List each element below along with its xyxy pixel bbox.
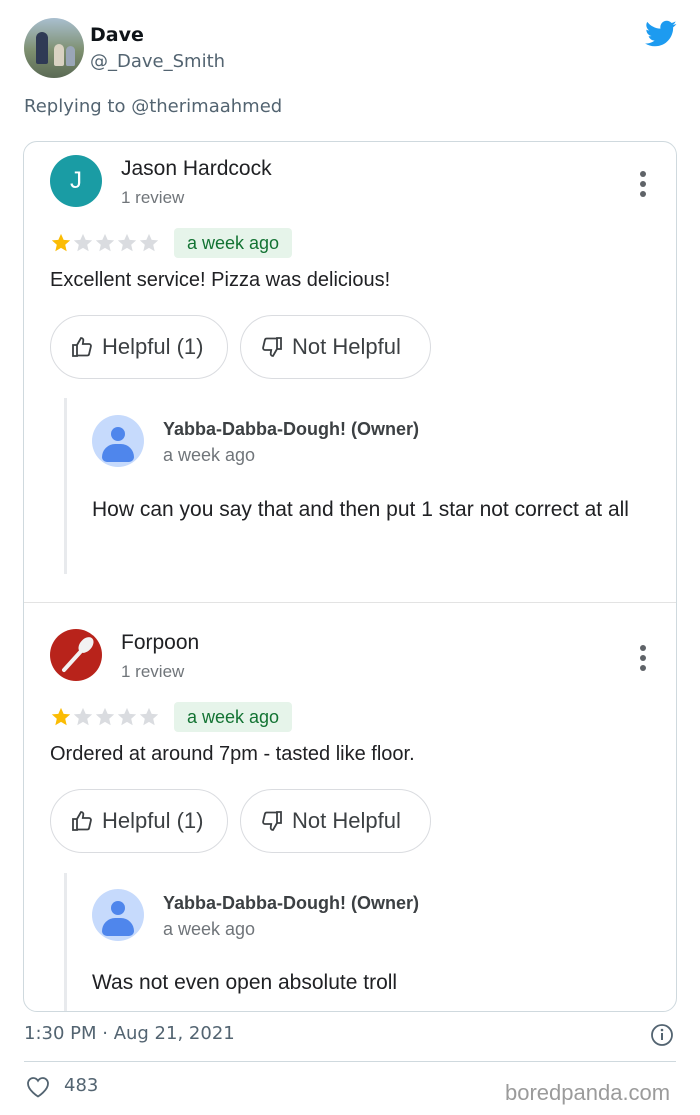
thumbs-down-icon [262,811,282,831]
not-helpful-button[interactable]: Not Helpful [240,789,431,853]
owner-name[interactable]: Yabba-Dabba-Dough! (Owner) [163,893,419,914]
star-empty-icon [73,707,93,726]
replying-to-mention[interactable]: @therimaahmed [131,96,282,117]
star-empty-icon [73,233,93,252]
like-count[interactable]: 483 [64,1075,98,1096]
owner-reply-text: Was not even open absolute troll [92,971,398,994]
review-time-badge: a week ago [174,702,293,732]
review-item: Forpoon 1 review a week ago Ordered at a… [24,602,676,1011]
not-helpful-label: Not Helpful [292,334,401,359]
watermark: boredpanda.com [505,1080,671,1105]
thumbs-up-icon [72,337,92,357]
star-empty-icon [117,707,137,726]
owner-reply-time: a week ago [163,919,256,939]
heart-icon[interactable] [26,1076,50,1098]
review-time-badge: a week ago [174,228,293,258]
replying-prefix: Replying to [24,96,126,117]
twitter-bird-icon[interactable] [645,20,677,48]
user-avatar[interactable] [24,18,84,78]
not-helpful-button[interactable]: Not Helpful [240,315,431,379]
owner-avatar [92,415,144,467]
footer-divider [24,1061,676,1062]
owner-reply-divider [64,873,67,1011]
info-icon[interactable] [650,1023,674,1047]
tweet-timestamp[interactable]: 1:30 PM · Aug 21, 2021 [24,1023,235,1044]
star-rating [50,706,162,728]
reviewer-avatar[interactable] [50,629,102,681]
star-empty-icon [139,707,159,726]
star-empty-icon [117,233,137,252]
review-text: Excellent service! Pizza was delicious! [50,269,391,291]
review-count: 1 review [121,188,185,207]
helpful-label: Helpful (1) [102,808,204,833]
review-text: Ordered at around 7pm - tasted like floo… [50,743,415,765]
star-empty-icon [95,233,115,252]
owner-reply-text: How can you say that and then put 1 star… [92,498,629,521]
reviewer-avatar[interactable]: J [50,155,102,207]
reviewer-name[interactable]: Jason Hardcock [121,157,272,181]
replying-to-line: Replying to @therimaahmed [24,96,282,117]
display-name[interactable]: Dave [90,24,144,46]
owner-reply-divider [64,398,67,574]
not-helpful-label: Not Helpful [292,808,401,833]
fork-icon [62,637,94,672]
review-item: J Jason Hardcock 1 review a week ago Exc… [24,142,676,602]
helpful-label: Helpful (1) [102,334,204,359]
more-options-icon[interactable] [633,169,653,199]
user-handle[interactable]: @_Dave_Smith [90,51,225,72]
helpful-button[interactable]: Helpful (1) [50,789,228,853]
helpful-button[interactable]: Helpful (1) [50,315,228,379]
owner-reply-time: a week ago [163,445,256,465]
star-rating [50,232,162,254]
thumbs-up-icon [72,811,92,831]
star-empty-icon [139,233,159,252]
review-count: 1 review [121,662,185,681]
more-options-icon[interactable] [633,643,653,673]
star-filled-icon [51,233,71,252]
owner-name[interactable]: Yabba-Dabba-Dough! (Owner) [163,419,419,440]
thumbs-down-icon [262,337,282,357]
reviews-screenshot-card[interactable]: J Jason Hardcock 1 review a week ago Exc… [23,141,677,1012]
star-filled-icon [51,707,71,726]
owner-avatar [92,889,144,941]
star-empty-icon [95,707,115,726]
reviewer-name[interactable]: Forpoon [121,631,199,655]
